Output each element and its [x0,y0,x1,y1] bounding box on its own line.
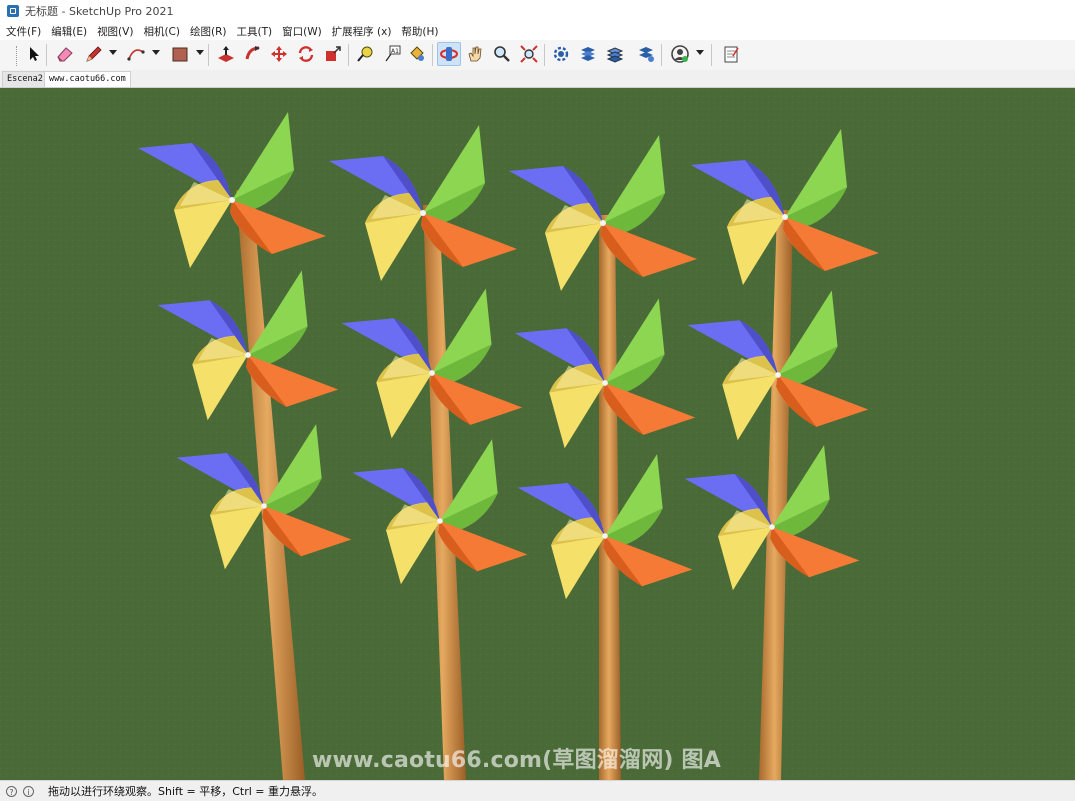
rectangle-icon [172,47,188,62]
select-tool-button[interactable] [22,42,46,66]
menu-tools[interactable]: 工具(T) [231,24,277,39]
paint-bucket-icon [410,46,424,61]
zoom-extents-tool-button[interactable] [517,42,541,66]
section-gear-icon [553,46,569,62]
pencil-icon [86,46,102,62]
magnifier-icon [494,46,510,62]
pan-tool-button[interactable] [463,42,487,66]
arrow-cursor-icon [30,47,39,61]
toolbar-separator [208,44,209,66]
toolbar-separator [46,44,47,66]
sketchup-logo-icon [7,5,19,17]
model-viewport[interactable] [0,88,1075,780]
arc-dropdown-arrow-icon[interactable] [152,50,160,55]
styles-tool-button[interactable] [634,42,658,66]
menu-help[interactable]: 帮助(H) [396,24,443,39]
layout-document-icon [724,46,739,63]
window-title: 无标题 - SketchUp Pro 2021 [25,5,174,18]
shape-tool-button[interactable] [168,42,192,66]
info-icon[interactable]: i [23,785,34,797]
layers-icon [606,47,624,63]
account-dropdown-arrow-icon[interactable] [696,50,704,55]
section-tool-button[interactable] [549,42,573,66]
menu-edit[interactable]: 编辑(E) [46,24,92,39]
toolbar-separator [432,44,433,66]
account-user-icon [671,45,689,63]
tape-measure-icon [357,46,373,62]
title-bar: 无标题 - SketchUp Pro 2021 [0,0,1075,22]
eraser-tool-button[interactable] [53,42,77,66]
move-arrows-icon [271,46,287,62]
push-pull-tool-button[interactable] [214,42,238,66]
menu-camera[interactable]: 相机(C) [138,24,185,39]
status-message: 拖动以进行环绕观察。Shift = 平移，Ctrl = 重力悬浮。 [48,785,323,798]
pinwheel-scene [0,88,1075,780]
menu-window[interactable]: 窗口(W) [277,24,327,39]
rotate-tool-button[interactable] [294,42,318,66]
orbit-icon [440,47,458,61]
scene-tabs-bar: Escena2 www.caotu66.com [0,70,1075,88]
status-bar: ? i 拖动以进行环绕观察。Shift = 平移，Ctrl = 重力悬浮。 [0,780,1075,801]
eraser-icon [57,47,73,62]
scene-tab-escena2[interactable]: Escena2 [2,71,48,87]
arc-icon [127,49,145,61]
arc-tool-button[interactable] [124,42,148,66]
line-dropdown-arrow-icon[interactable] [109,50,117,55]
components-icon [581,47,595,61]
menu-draw[interactable]: 绘图(R) [185,24,232,39]
menu-bar: 文件(F) 编辑(E) 视图(V) 相机(C) 绘图(R) 工具(T) 窗口(W… [0,22,1075,40]
menu-view[interactable]: 视图(V) [92,24,138,39]
push-pull-icon [218,46,234,62]
toolbar-separator [544,44,545,66]
svg-text:A1: A1 [391,48,399,55]
toolbar-separator [711,44,712,66]
components-tool-button[interactable] [576,42,600,66]
account-button[interactable] [668,42,692,66]
geolocation-icon[interactable]: ? [6,785,17,797]
scale-icon [326,46,341,61]
toolbar-separator [348,44,349,66]
shape-dropdown-arrow-icon[interactable] [196,50,204,55]
text-tool-button[interactable]: A1 [380,42,404,66]
menu-extensions[interactable]: 扩展程序 (x) [327,24,397,39]
zoom-extents-icon [520,45,538,63]
styles-icon [639,47,654,62]
toolbar-grip[interactable] [16,46,19,66]
scene-tab-url[interactable]: www.caotu66.com [44,71,131,87]
line-tool-button[interactable] [82,42,106,66]
zoom-tool-button[interactable] [490,42,514,66]
follow-me-icon [245,46,260,60]
layers-tool-button[interactable] [603,42,627,66]
text-label-icon: A1 [385,45,401,62]
pan-hand-icon [468,46,482,62]
tape-measure-tool-button[interactable] [353,42,377,66]
layout-send-button[interactable] [719,42,743,66]
toolbar-separator [661,44,662,66]
paint-bucket-tool-button[interactable] [405,42,429,66]
follow-me-tool-button[interactable] [241,42,265,66]
scale-tool-button[interactable] [321,42,345,66]
menu-file[interactable]: 文件(F) [0,24,46,39]
orbit-tool-button[interactable] [437,42,461,66]
move-tool-button[interactable] [267,42,291,66]
rotate-icon [298,46,314,62]
watermark-text: www.caotu66.com(草图溜溜网) 图A [312,748,721,773]
